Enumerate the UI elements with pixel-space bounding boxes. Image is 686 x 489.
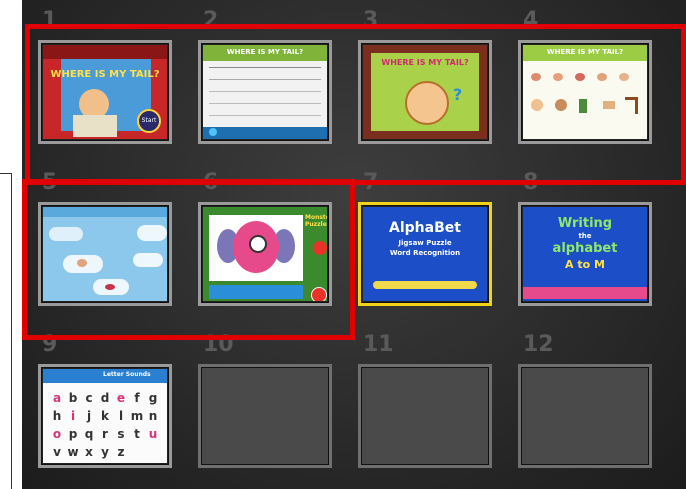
slot-thumbnail-2[interactable]: WHERE IS MY TAIL? — [198, 40, 332, 144]
body-part-icon — [531, 99, 543, 111]
boy-face — [405, 81, 449, 125]
game-title-2: alphabet — [552, 241, 618, 256]
body-part-icon — [555, 99, 567, 111]
cloud — [133, 253, 163, 267]
slot-number-11: 11 — [363, 332, 394, 357]
title-bar — [43, 207, 167, 217]
game-title: WHERE IS MY TAIL? — [546, 48, 624, 56]
slot-thumbnail-9[interactable]: Letter Sounds a b c d e f g h i j k l m … — [38, 364, 172, 468]
letter-key[interactable]: r — [97, 427, 113, 441]
cloud — [49, 227, 83, 241]
slot-number-2: 2 — [203, 8, 219, 33]
slot-thumbnail-12-empty[interactable] — [518, 364, 652, 468]
title-bar — [43, 45, 167, 59]
letter-key[interactable]: u — [145, 427, 161, 441]
home-icon[interactable] — [311, 287, 327, 301]
letter-key[interactable]: z — [113, 445, 129, 459]
letter-key[interactable]: k — [97, 409, 113, 423]
letter-key[interactable]: s — [113, 427, 129, 441]
monster-eye — [249, 235, 267, 253]
boy-body — [73, 115, 117, 137]
letter-key[interactable]: a — [49, 391, 65, 405]
slot-number-1: 1 — [42, 8, 58, 33]
cloud — [137, 225, 167, 241]
letter-keys: a b c d e f g h i j k l m n o p q r s t … — [49, 391, 161, 459]
letter-key[interactable]: d — [97, 391, 113, 405]
slot-thumbnail-8[interactable]: Writing the alphabet A to M — [518, 202, 652, 306]
body-part-icon — [619, 73, 629, 81]
red-button[interactable] — [313, 241, 327, 255]
letter-key[interactable]: b — [65, 391, 81, 405]
letter-key[interactable]: y — [97, 445, 113, 459]
question-mark-icon: ? — [453, 85, 463, 104]
letter-key[interactable]: f — [129, 391, 145, 405]
nose-icon — [77, 259, 87, 267]
slot-number-8: 8 — [523, 170, 539, 195]
body-part-icon — [597, 73, 607, 81]
game-title: WHERE IS MY TAIL? — [226, 48, 304, 56]
slot-thumbnail-10-empty[interactable] — [198, 364, 332, 468]
puzzle-title: Monster Puzzle — [305, 214, 327, 228]
letter-key[interactable]: q — [81, 427, 97, 441]
play-icon — [209, 128, 217, 136]
slot-number-12: 12 — [523, 332, 554, 357]
letter-key[interactable]: h — [49, 409, 65, 423]
game-subtitle-2: Word Recognition — [389, 249, 461, 257]
slot-number-7: 7 — [363, 170, 379, 195]
letter-row — [373, 281, 477, 289]
mouth-icon — [105, 284, 115, 290]
row-line — [209, 115, 321, 116]
slot-number-9: 9 — [42, 332, 58, 357]
body-part-icon — [579, 99, 587, 113]
row-line — [209, 91, 321, 92]
letter-key[interactable]: j — [81, 409, 97, 423]
slot-thumbnail-7[interactable]: AlphaBet Jigsaw Puzzle Word Recognition — [358, 202, 492, 306]
game-title: WHERE IS MY TAIL? — [50, 69, 160, 80]
slot-thumbnail-5[interactable] — [38, 202, 172, 306]
game-subtitle: the — [578, 232, 592, 240]
slot-thumbnail-11-empty[interactable] — [358, 364, 492, 468]
start-button[interactable]: Start — [137, 109, 161, 133]
body-part-icon — [553, 73, 563, 81]
slot-thumbnail-3[interactable]: WHERE IS MY TAIL? ? — [358, 40, 492, 144]
tail-icon — [625, 97, 638, 114]
letter-key[interactable]: x — [81, 445, 97, 459]
row-line — [209, 67, 321, 68]
body-part-icon — [603, 101, 615, 109]
slot-number-5: 5 — [42, 170, 58, 195]
letter-key[interactable]: w — [65, 445, 81, 459]
letter-key[interactable]: t — [129, 427, 145, 441]
slot-number-10: 10 — [203, 332, 234, 357]
letter-key[interactable]: o — [49, 427, 65, 441]
letter-key[interactable]: p — [65, 427, 81, 441]
slot-thumbnail-4[interactable]: WHERE IS MY TAIL? — [518, 40, 652, 144]
letter-key[interactable]: g — [145, 391, 161, 405]
slot-number-3: 3 — [363, 8, 379, 33]
game-subtitle: Jigsaw Puzzle — [398, 239, 452, 247]
body-part-icon — [531, 73, 541, 81]
letter-key[interactable]: l — [113, 409, 129, 423]
slot-thumbnail-1[interactable]: WHERE IS MY TAIL? Start — [38, 40, 172, 144]
game-title: AlphaBet — [389, 220, 461, 236]
game-title: WHERE IS MY TAIL? — [381, 58, 469, 67]
divider-line-vertical — [11, 173, 12, 489]
slot-thumbnail-6[interactable]: Monster Puzzle — [198, 202, 332, 306]
bottom-toolbar — [203, 127, 327, 139]
game-title: Writing — [557, 216, 613, 231]
letter-strip — [523, 287, 647, 299]
game-title-3: A to M — [565, 258, 605, 271]
letter-key[interactable]: v — [49, 445, 65, 459]
row-line — [209, 79, 321, 80]
letter-key[interactable]: i — [65, 409, 81, 423]
slot-number-4: 4 — [523, 8, 539, 33]
pieces-tray — [209, 285, 303, 299]
letter-key[interactable]: n — [145, 409, 161, 423]
game-title: Letter Sounds — [103, 371, 151, 378]
letter-key[interactable]: c — [81, 391, 97, 405]
row-line — [209, 103, 321, 104]
slot-number-6: 6 — [203, 170, 219, 195]
letter-key[interactable]: m — [129, 409, 145, 423]
letter-key[interactable]: e — [113, 391, 129, 405]
body-part-icon — [575, 73, 585, 81]
